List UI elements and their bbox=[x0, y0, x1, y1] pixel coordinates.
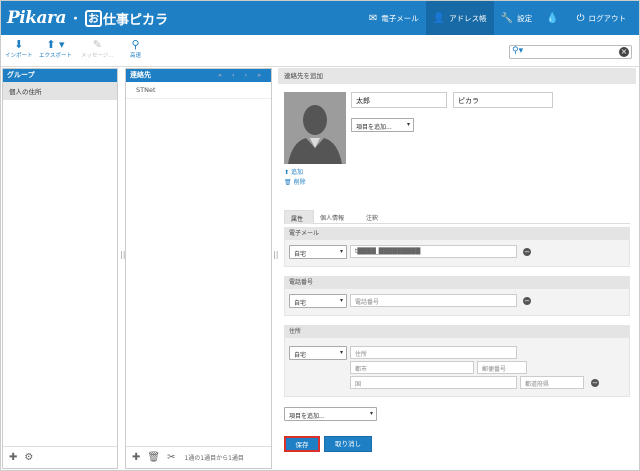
upload-icon: ⬆ bbox=[284, 169, 291, 176]
upload-label: 追加 bbox=[290, 169, 303, 176]
zip-field[interactable]: 郵便番号 bbox=[477, 361, 527, 374]
country-field[interactable]: 国 bbox=[350, 376, 517, 389]
remove-address-icon[interactable]: − bbox=[591, 379, 599, 387]
detail-title: 連絡先を追加 bbox=[278, 68, 636, 84]
edit-icon: ✎ bbox=[92, 38, 102, 51]
avatar[interactable] bbox=[284, 92, 346, 164]
address-book-icon: 👤 bbox=[432, 12, 446, 24]
address-type-select[interactable]: 自宅 bbox=[289, 346, 347, 360]
export-button[interactable]: ⬆ ▾ エクスポート bbox=[39, 38, 72, 59]
add-field-select[interactable]: 項目を追加... bbox=[351, 118, 414, 132]
compose-button[interactable]: ✎ メッセージ... bbox=[81, 38, 114, 59]
contacts-footer: ✚ 🗑 ✂ 1通の1通目から1通目 bbox=[126, 446, 271, 468]
contacts-count: 1通の1通目から1通目 bbox=[184, 455, 244, 462]
nav-settings[interactable]: 🔧 設定 bbox=[494, 1, 539, 35]
contact-item[interactable]: STNet bbox=[126, 82, 271, 99]
import-label: インポート bbox=[5, 53, 33, 59]
tab-notes[interactable]: 注釈 bbox=[360, 210, 384, 224]
nav-label: アドレス帳 bbox=[449, 13, 487, 23]
upload-icon: ⬆ ▾ bbox=[46, 38, 65, 51]
search-icon: ⚲ bbox=[131, 38, 140, 51]
delete-link[interactable]: 🗑 削除 bbox=[284, 177, 306, 186]
power-icon: ⏻ bbox=[576, 12, 585, 24]
detail-tabs: 属性 個人情報 注釈 bbox=[284, 210, 630, 224]
export-label: エクスポート bbox=[39, 53, 72, 59]
header: Pikara ・ お 仕事ピカラ ✉ 電子メール 👤 アドレス帳 🔧 設定 💧 ⏻ ログ… bbox=[1, 1, 639, 35]
nav-label: 設定 bbox=[517, 13, 533, 23]
tab-personal[interactable]: 個人情報 bbox=[314, 210, 350, 224]
street-field[interactable]: 住所 bbox=[350, 346, 517, 359]
save-button[interactable]: 保存 bbox=[284, 436, 320, 452]
nav-label: ログアウト bbox=[588, 13, 627, 23]
search-icon[interactable]: ⚲▾ bbox=[512, 46, 523, 56]
brand-sub: 仕事ピカラ bbox=[103, 12, 169, 28]
quick-search-button[interactable]: ⚲ 高速 bbox=[130, 38, 141, 59]
city-field[interactable]: 都市 bbox=[350, 361, 474, 374]
upload-link[interactable]: ⬆ 追加 bbox=[284, 167, 303, 176]
trash-icon: 🗑 bbox=[284, 179, 294, 186]
phone-type-select[interactable]: 自宅 bbox=[289, 294, 347, 308]
compose-label: メッセージ... bbox=[81, 53, 114, 59]
remove-email-icon[interactable]: − bbox=[523, 248, 531, 256]
tab-properties[interactable]: 属性 bbox=[284, 210, 314, 224]
mail-icon: ✉ bbox=[368, 12, 378, 24]
first-name-field[interactable]: 太郎 bbox=[351, 92, 447, 108]
import-button[interactable]: ⬇ インポート bbox=[5, 38, 33, 59]
nav-addressbook[interactable]: 👤 アドレス帳 bbox=[425, 1, 494, 35]
phone-section-title: 電話番号 bbox=[285, 277, 629, 289]
phone-field[interactable]: 電話番号 bbox=[350, 294, 517, 307]
scissors-icon[interactable]: ✂ bbox=[167, 452, 175, 463]
brand-o-char: お bbox=[85, 9, 103, 27]
groups-footer: ✚ ⚙ bbox=[3, 446, 117, 468]
add-icon[interactable]: ✚ bbox=[132, 452, 140, 463]
detail-panel: 連絡先を追加 太郎 ピカラ 項目を追加... ⬆ 追加 🗑 削除 属性 個人情報… bbox=[278, 68, 636, 469]
add-icon[interactable]: ✚ bbox=[9, 452, 17, 463]
nav-label: 電子メール bbox=[381, 13, 419, 23]
brand-dot: ・ bbox=[70, 12, 82, 25]
trash-icon[interactable]: 🗑 bbox=[147, 452, 160, 463]
top-nav: ✉ 電子メール 👤 アドレス帳 🔧 設定 💧 ⏻ ログアウト bbox=[362, 1, 633, 35]
nav-logout[interactable]: ⏻ ログアウト bbox=[570, 1, 633, 35]
nav-theme[interactable]: 💧 bbox=[539, 1, 569, 35]
search-label: 高速 bbox=[130, 53, 142, 59]
contacts-title-text: 連絡先 bbox=[130, 71, 151, 79]
drop-icon: 💧 bbox=[546, 12, 559, 24]
pager[interactable]: « ‹ › » bbox=[218, 72, 265, 79]
email-type-select[interactable]: 自宅 bbox=[289, 245, 347, 259]
person-icon bbox=[284, 92, 346, 164]
contacts-panel: 連絡先 « ‹ › » STNet ✚ 🗑 ✂ 1通の1通目から1通目 bbox=[125, 68, 272, 469]
state-field[interactable]: 都道府県 bbox=[520, 376, 584, 389]
last-name-field[interactable]: ピカラ bbox=[453, 92, 553, 108]
nav-mail[interactable]: ✉ 電子メール bbox=[362, 1, 426, 35]
address-section: 住所 自宅 住所 都市 郵便番号 国 都道府県 − bbox=[284, 325, 630, 397]
contacts-title: 連絡先 « ‹ › » bbox=[126, 69, 271, 82]
download-icon: ⬇ bbox=[14, 38, 24, 51]
gear-icon[interactable]: ⚙ bbox=[24, 452, 33, 463]
search-box[interactable]: ⚲▾ × bbox=[509, 45, 632, 59]
group-item[interactable]: 個人の住所 bbox=[3, 82, 117, 100]
phone-section: 電話番号 自宅 電話番号 − bbox=[284, 276, 630, 316]
email-section: 電子メール 自宅 t████_█████████ − bbox=[284, 227, 630, 267]
logo[interactable]: Pikara ・ お 仕事ピカラ bbox=[7, 8, 168, 28]
remove-phone-icon[interactable]: − bbox=[523, 297, 531, 305]
cancel-button[interactable]: 取り消し bbox=[324, 436, 372, 452]
brand-name: Pikara bbox=[7, 8, 67, 28]
email-section-title: 電子メール bbox=[285, 228, 629, 240]
add-field-select-bottom[interactable]: 項目を追加... bbox=[284, 407, 377, 421]
email-field[interactable]: t████_█████████ bbox=[350, 245, 517, 258]
clear-icon[interactable]: × bbox=[619, 47, 629, 57]
groups-title: グループ bbox=[3, 69, 117, 82]
groups-panel: グループ 個人の住所 ✚ ⚙ bbox=[2, 68, 118, 469]
address-section-title: 住所 bbox=[285, 326, 629, 338]
wrench-icon: 🔧 bbox=[500, 12, 514, 24]
delete-label: 削除 bbox=[293, 179, 306, 186]
